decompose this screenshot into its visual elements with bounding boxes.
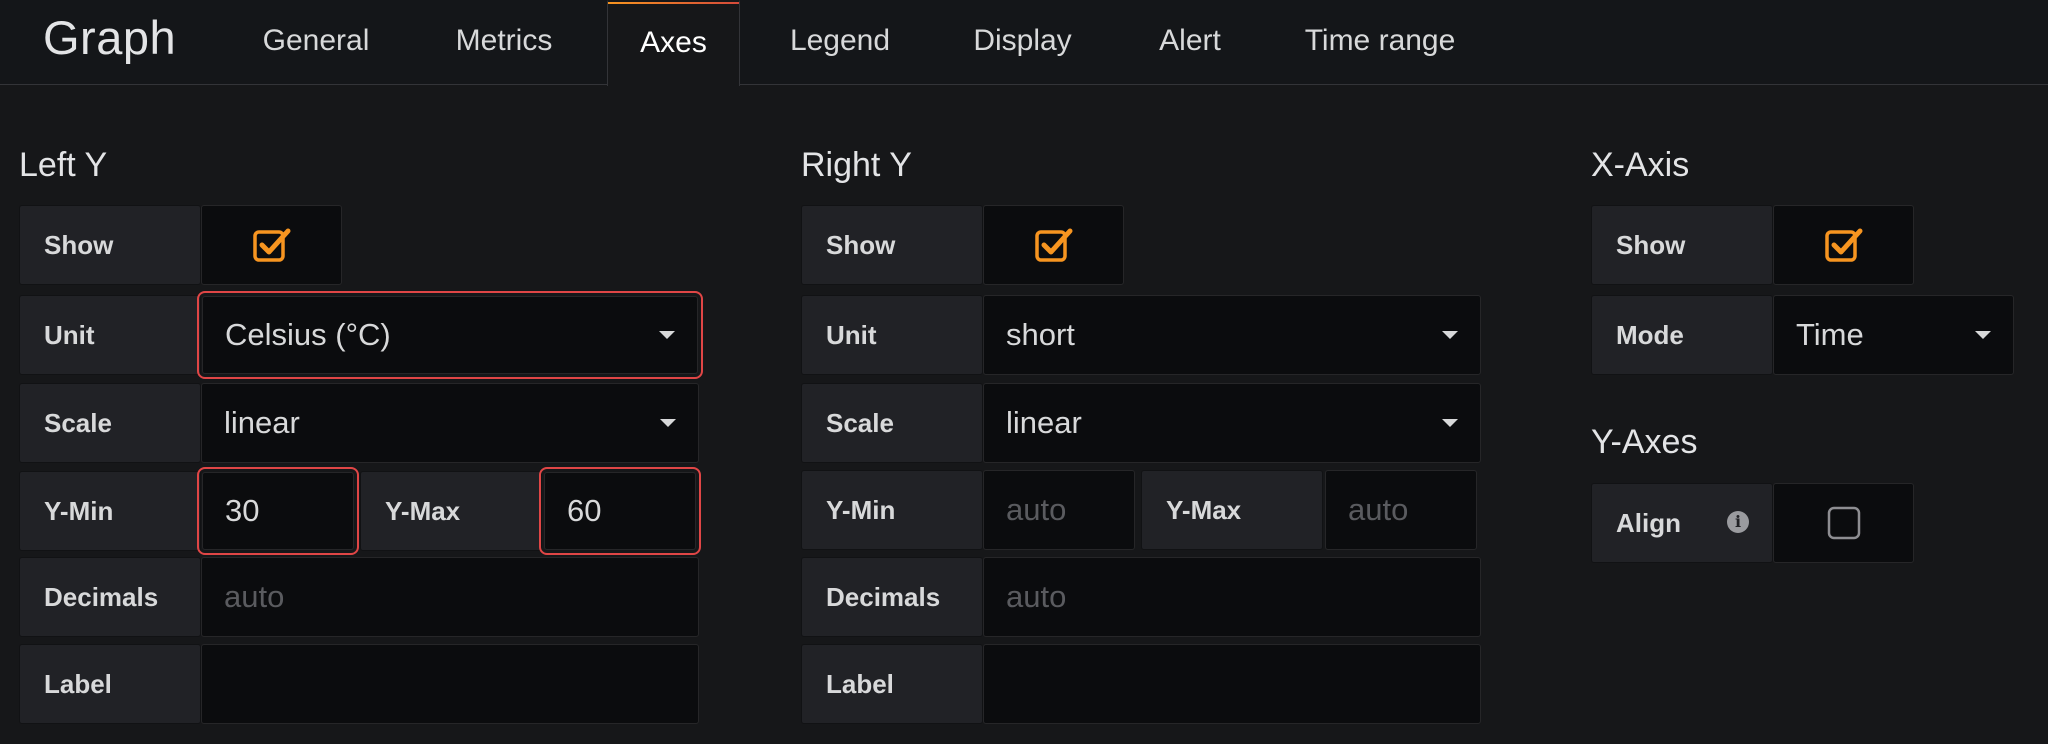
x-axis-title: X-Axis bbox=[1591, 146, 1690, 184]
right-y-ymin-label: Y-Min bbox=[801, 470, 983, 550]
checkbox-checked-icon bbox=[1824, 228, 1862, 262]
right-y-scale-value: linear bbox=[1006, 405, 1082, 440]
tab-metrics[interactable]: Metrics bbox=[416, 0, 592, 85]
x-axis-show-checkbox[interactable] bbox=[1773, 205, 1914, 285]
x-axis-mode-value: Time bbox=[1796, 317, 1864, 352]
tab-axes[interactable]: Axes bbox=[607, 0, 740, 86]
right-y-label-label: Label bbox=[801, 644, 983, 724]
caret-down-icon bbox=[1975, 331, 1991, 339]
right-y-title: Right Y bbox=[801, 146, 912, 184]
caret-down-icon bbox=[1442, 419, 1458, 427]
tab-display[interactable]: Display bbox=[955, 0, 1090, 85]
left-y-scale-select[interactable]: linear bbox=[201, 383, 699, 463]
panel-type-title: Graph bbox=[43, 11, 177, 64]
left-y-decimals-label: Decimals bbox=[19, 557, 201, 637]
right-y-decimals-label: Decimals bbox=[801, 557, 983, 637]
caret-down-icon bbox=[659, 331, 675, 339]
x-axis-mode-label: Mode bbox=[1591, 295, 1773, 375]
right-y-ymax-input[interactable]: auto bbox=[1325, 470, 1477, 550]
left-y-scale-label: Scale bbox=[19, 383, 201, 463]
right-y-scale-label: Scale bbox=[801, 383, 983, 463]
tab-legend[interactable]: Legend bbox=[770, 0, 910, 85]
info-icon[interactable]: i bbox=[1727, 511, 1749, 533]
right-y-ymax-label: Y-Max bbox=[1141, 470, 1323, 550]
right-y-scale-select[interactable]: linear bbox=[983, 383, 1481, 463]
right-y-unit-select[interactable]: short bbox=[983, 295, 1481, 375]
y-axes-align-checkbox[interactable] bbox=[1773, 483, 1914, 563]
left-y-unit-label: Unit bbox=[19, 295, 201, 375]
left-y-show-checkbox[interactable] bbox=[201, 205, 342, 285]
right-y-label-input[interactable] bbox=[983, 644, 1481, 724]
left-y-ymin-label: Y-Min bbox=[19, 471, 201, 551]
caret-down-icon bbox=[660, 419, 676, 427]
checkbox-checked-icon bbox=[252, 228, 290, 262]
left-y-unit-select[interactable]: Celsius (°C) bbox=[197, 291, 703, 379]
right-y-unit-value: short bbox=[1006, 317, 1075, 352]
y-axes-align-text: Align bbox=[1616, 507, 1681, 538]
x-axis-show-label: Show bbox=[1591, 205, 1773, 285]
left-y-show-label: Show bbox=[19, 205, 201, 285]
right-y-decimals-input[interactable]: auto bbox=[983, 557, 1481, 637]
y-axes-title: Y-Axes bbox=[1591, 423, 1698, 461]
right-y-show-label: Show bbox=[801, 205, 983, 285]
right-y-show-checkbox[interactable] bbox=[983, 205, 1124, 285]
left-y-ymax-label: Y-Max bbox=[360, 471, 542, 551]
left-y-label-label: Label bbox=[19, 644, 201, 724]
left-y-unit-value: Celsius (°C) bbox=[225, 317, 391, 352]
left-y-label-input[interactable] bbox=[201, 644, 699, 724]
left-y-decimals-input[interactable]: auto bbox=[201, 557, 699, 637]
left-y-ymax-input[interactable]: 60 bbox=[539, 467, 701, 555]
tab-alert[interactable]: Alert bbox=[1135, 0, 1245, 85]
checkbox-unchecked-icon bbox=[1827, 506, 1860, 540]
panel-editor-header: Graph General Metrics Axes Legend Displa… bbox=[0, 0, 2048, 86]
tab-general[interactable]: General bbox=[236, 0, 396, 85]
left-y-ymin-input[interactable]: 30 bbox=[197, 467, 359, 555]
caret-down-icon bbox=[1442, 331, 1458, 339]
left-y-title: Left Y bbox=[19, 146, 108, 184]
left-y-scale-value: linear bbox=[224, 405, 300, 440]
right-y-ymin-input[interactable]: auto bbox=[983, 470, 1135, 550]
checkbox-checked-icon bbox=[1034, 228, 1072, 262]
right-y-unit-label: Unit bbox=[801, 295, 983, 375]
tab-time-range[interactable]: Time range bbox=[1290, 0, 1470, 85]
x-axis-mode-select[interactable]: Time bbox=[1773, 295, 2014, 375]
